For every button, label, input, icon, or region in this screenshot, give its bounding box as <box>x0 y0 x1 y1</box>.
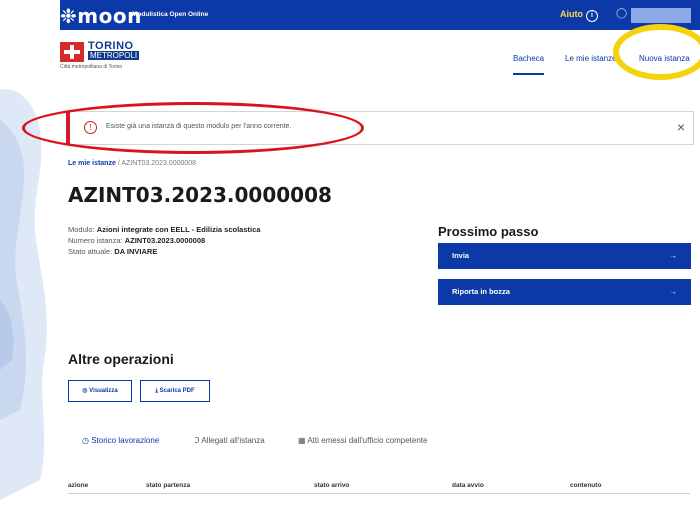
eye-icon: ◎ <box>82 388 88 394</box>
history-table-header: azione stato partenza stato arrivo data … <box>68 481 690 494</box>
highlight-ellipse-annotation <box>22 102 364 154</box>
paperclip-icon: ℑ <box>194 436 200 445</box>
breadcrumb: Le mie istanze / AZINT03.2023.0000008 <box>68 160 196 167</box>
nav-bacheca[interactable]: Bacheca <box>513 54 545 75</box>
breadcrumb-current: AZINT03.2023.0000008 <box>121 160 197 167</box>
visualizza-label: Visualizza <box>89 388 118 394</box>
help-label: Aiuto <box>560 9 583 19</box>
download-icon: ⤓ <box>155 388 158 394</box>
tab-allegati[interactable]: ℑ Allegati all'istanza <box>194 436 265 445</box>
user-name-redacted[interactable] <box>631 8 691 23</box>
invia-label: Invia <box>452 251 470 260</box>
modulo-label: Modulo: <box>68 225 97 234</box>
modulo-value: Azioni integrate con EELL - Edilizia sco… <box>96 225 261 234</box>
other-operations-title: Altre operazioni <box>68 351 174 367</box>
app-subtitle: Modulistica Open Online <box>132 11 209 18</box>
visualizza-button[interactable]: ◎ Visualizza <box>68 380 132 402</box>
tab-storico-lavorazione[interactable]: ◷ Storico lavorazione <box>82 436 159 445</box>
tab-atti-label: Atti emessi dall'ufficio competente <box>307 436 428 445</box>
invia-button[interactable]: Invia → <box>438 243 691 269</box>
scarica-pdf-label: Scarica PDF <box>159 388 195 394</box>
top-bar: ❉moon Modulistica Open Online Aiuto i ◯ <box>60 0 700 30</box>
highlight-circle-annotation <box>613 24 700 80</box>
riporta-in-bozza-button[interactable]: Riporta in bozza → <box>438 279 691 305</box>
col-azione: azione <box>68 482 89 489</box>
arrow-right-icon: → <box>669 251 678 260</box>
building-icon: ▦ <box>298 436 306 445</box>
stato-label: Stato attuale: <box>68 247 115 256</box>
col-contenuto: contenuto <box>570 482 602 489</box>
info-icon: i <box>586 10 598 22</box>
breadcrumb-separator: / <box>117 160 120 167</box>
col-data-avvio: data avvio <box>452 482 484 489</box>
user-icon[interactable]: ◯ <box>616 8 627 19</box>
clock-icon: ◷ <box>82 436 89 445</box>
tab-allegati-label: Allegati all'istanza <box>201 436 265 445</box>
help-link[interactable]: Aiuto i <box>560 9 598 22</box>
scarica-pdf-button[interactable]: ⤓ Scarica PDF <box>140 380 210 402</box>
close-icon[interactable]: × <box>677 119 685 135</box>
page-title: AZINT03.2023.0000008 <box>68 183 332 207</box>
tab-atti-emessi[interactable]: ▦ Atti emessi dall'ufficio competente <box>298 436 427 445</box>
brand-line3: Città metropolitana di Torino <box>60 64 123 70</box>
cross-logo-icon <box>60 42 84 62</box>
instance-meta: Modulo: Azioni integrate con EELL - Edil… <box>68 224 260 257</box>
col-stato-arrivo: stato arrivo <box>314 482 350 489</box>
nav-le-mie-istanze[interactable]: Le mie istanze <box>565 54 617 63</box>
site-header: TORINO METROPOLI Città metropolitana di … <box>60 30 700 90</box>
numero-label: Numero istanza: <box>68 236 125 245</box>
breadcrumb-link-le-mie-istanze[interactable]: Le mie istanze <box>68 160 116 167</box>
brand-line2: METROPOLI <box>88 51 140 60</box>
moon-logo[interactable]: ❉moon <box>60 4 142 28</box>
numero-value: AZINT03.2023.0000008 <box>124 236 206 245</box>
arrow-right-icon: → <box>669 287 678 296</box>
tab-storico-label: Storico lavorazione <box>91 436 160 445</box>
col-stato-partenza: stato partenza <box>146 482 191 489</box>
riporta-label: Riporta in bozza <box>452 287 510 296</box>
next-step-title: Prossimo passo <box>438 224 539 239</box>
stato-value: DA INVIARE <box>114 247 158 256</box>
